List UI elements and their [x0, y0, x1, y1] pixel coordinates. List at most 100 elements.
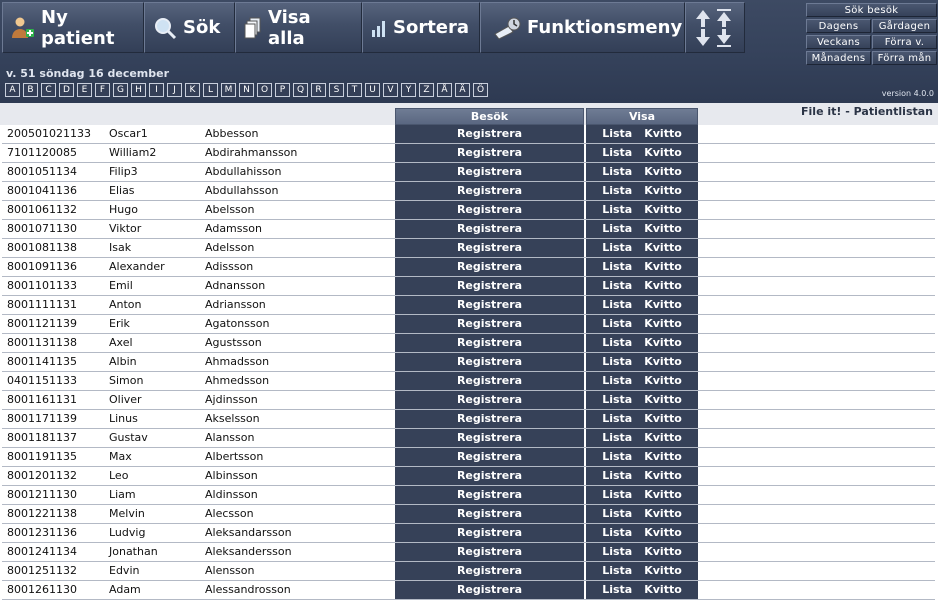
letter-filter-button[interactable]: Z [419, 83, 434, 97]
register-visit-button[interactable]: Registrera [395, 486, 584, 504]
table-row[interactable]: 8001181137 Gustav Alansson Registrera Lista K… [2, 429, 935, 448]
list-link[interactable]: Lista [602, 241, 632, 254]
receipt-link[interactable]: Kvitto [644, 393, 682, 406]
letter-filter-button[interactable]: K [185, 83, 200, 97]
table-row[interactable]: 8001101133 Emil Adnansson Registrera Lista Kv… [2, 277, 935, 296]
list-link[interactable]: Lista [602, 450, 632, 463]
receipt-link[interactable]: Kvitto [644, 355, 682, 368]
letter-filter-button[interactable]: M [221, 83, 236, 97]
receipt-link[interactable]: Kvitto [644, 146, 682, 159]
receipt-link[interactable]: Kvitto [644, 222, 682, 235]
table-row[interactable]: 8001051134 Filip3 Abdullahisson Registrera L… [2, 163, 935, 182]
list-link[interactable]: Lista [602, 431, 632, 444]
list-link[interactable]: Lista [602, 355, 632, 368]
receipt-link[interactable]: Kvitto [644, 336, 682, 349]
receipt-link[interactable]: Kvitto [644, 317, 682, 330]
list-link[interactable]: Lista [602, 203, 632, 216]
list-link[interactable]: Lista [602, 298, 632, 311]
letter-filter-button[interactable]: Q [293, 83, 308, 97]
search-button[interactable]: Sök [144, 2, 235, 53]
table-row[interactable]: 8001171139 Linus Akselsson Registrera Lista K… [2, 410, 935, 429]
receipt-link[interactable]: Kvitto [644, 203, 682, 216]
register-visit-button[interactable]: Registrera [395, 258, 584, 276]
list-link[interactable]: Lista [602, 507, 632, 520]
receipt-link[interactable]: Kvitto [644, 526, 682, 539]
function-menu-button[interactable]: Funktionsmeny [480, 2, 685, 53]
letter-filter-button[interactable]: T [347, 83, 362, 97]
register-visit-button[interactable]: Registrera [395, 353, 584, 371]
table-row[interactable]: 8001141135 Albin Ahmadsson Registrera Lista K… [2, 353, 935, 372]
table-row[interactable]: 8001091136 Alexander Adissson Registrera Lis… [2, 258, 935, 277]
register-visit-button[interactable]: Registrera [395, 334, 584, 352]
table-row[interactable]: 8001241134 Jonathan Aleksandersson Registre… [2, 543, 935, 562]
table-row[interactable]: 8001211130 Liam Aldinsson Registrera Lista Kv… [2, 486, 935, 505]
table-row[interactable]: 200501021133 Oscar1 Abbesson Registrera List… [2, 125, 935, 144]
letter-filter-button[interactable]: H [131, 83, 146, 97]
table-row[interactable]: 8001251132 Edvin Alensson Registrera Lista Kv… [2, 562, 935, 581]
receipt-link[interactable]: Kvitto [644, 583, 682, 596]
new-patient-button[interactable]: Ny patient [2, 2, 144, 53]
register-visit-button[interactable]: Registrera [395, 391, 584, 409]
letter-filter-button[interactable]: I [149, 83, 164, 97]
list-link[interactable]: Lista [602, 317, 632, 330]
today-button[interactable]: Dagens [806, 19, 871, 33]
letter-filter-button[interactable]: S [329, 83, 344, 97]
list-link[interactable]: Lista [602, 336, 632, 349]
table-row[interactable]: 8001161131 Oliver Ajdinsson Registrera Lista… [2, 391, 935, 410]
table-row[interactable]: 8001191135 Max Albertsson Registrera Lista Kv… [2, 448, 935, 467]
list-link[interactable]: Lista [602, 222, 632, 235]
list-link[interactable]: Lista [602, 393, 632, 406]
list-link[interactable]: Lista [602, 165, 632, 178]
last-week-button[interactable]: Förra v. [872, 35, 937, 49]
letter-filter-button[interactable]: C [41, 83, 56, 97]
letter-filter-button[interactable]: N [239, 83, 254, 97]
receipt-link[interactable]: Kvitto [644, 374, 682, 387]
table-row[interactable]: 8001061132 Hugo Abelsson Registrera Lista Kvi… [2, 201, 935, 220]
letter-filter-button[interactable]: A [5, 83, 20, 97]
table-row[interactable]: 8001071130 Viktor Adamsson Registrera Lista K… [2, 220, 935, 239]
list-link[interactable]: Lista [602, 279, 632, 292]
receipt-link[interactable]: Kvitto [644, 241, 682, 254]
list-link[interactable]: Lista [602, 469, 632, 482]
letter-filter-button[interactable]: V [383, 83, 398, 97]
letter-filter-button[interactable]: O [257, 83, 272, 97]
register-visit-button[interactable]: Registrera [395, 448, 584, 466]
receipt-link[interactable]: Kvitto [644, 507, 682, 520]
receipt-link[interactable]: Kvitto [644, 431, 682, 444]
receipt-link[interactable]: Kvitto [644, 260, 682, 273]
register-visit-button[interactable]: Registrera [395, 581, 584, 599]
table-row[interactable]: 8001131138 Axel Agustsson Registrera Lista Kv… [2, 334, 935, 353]
receipt-link[interactable]: Kvitto [644, 564, 682, 577]
table-row[interactable]: 8001231136 Ludvig Aleksandarsson Registrera… [2, 524, 935, 543]
this-month-button[interactable]: Månadens [806, 51, 871, 65]
register-visit-button[interactable]: Registrera [395, 562, 584, 580]
table-row[interactable]: 8001041136 Elias Abdullahsson Registrera Lis… [2, 182, 935, 201]
search-visits-button[interactable]: Sök besök [806, 3, 937, 17]
register-visit-button[interactable]: Registrera [395, 144, 584, 162]
letter-filter-button[interactable]: B [23, 83, 38, 97]
receipt-link[interactable]: Kvitto [644, 279, 682, 292]
register-visit-button[interactable]: Registrera [395, 315, 584, 333]
scroll-arrows-button[interactable] [685, 2, 745, 53]
receipt-link[interactable]: Kvitto [644, 545, 682, 558]
letter-filter-button[interactable]: E [77, 83, 92, 97]
register-visit-button[interactable]: Registrera [395, 429, 584, 447]
show-all-button[interactable]: Visa alla [235, 2, 362, 53]
register-visit-button[interactable]: Registrera [395, 163, 584, 181]
receipt-link[interactable]: Kvitto [644, 165, 682, 178]
table-row[interactable]: 8001221138 Melvin Alecsson Registrera Lista K… [2, 505, 935, 524]
letter-filter-button[interactable]: G [113, 83, 128, 97]
table-row[interactable]: 8001201132 Leo Albinsson Registrera Lista Kvi… [2, 467, 935, 486]
letter-filter-button[interactable]: F [95, 83, 110, 97]
list-link[interactable]: Lista [602, 564, 632, 577]
letter-filter-button[interactable]: U [365, 83, 380, 97]
this-week-button[interactable]: Veckans [806, 35, 871, 49]
table-row[interactable]: 8001081138 Isak Adelsson Registrera Lista Kvi… [2, 239, 935, 258]
register-visit-button[interactable]: Registrera [395, 201, 584, 219]
receipt-link[interactable]: Kvitto [644, 469, 682, 482]
receipt-link[interactable]: Kvitto [644, 450, 682, 463]
letter-filter-button[interactable]: P [275, 83, 290, 97]
sort-button[interactable]: Sortera [362, 2, 480, 53]
yesterday-button[interactable]: Gårdagen [872, 19, 937, 33]
register-visit-button[interactable]: Registrera [395, 296, 584, 314]
